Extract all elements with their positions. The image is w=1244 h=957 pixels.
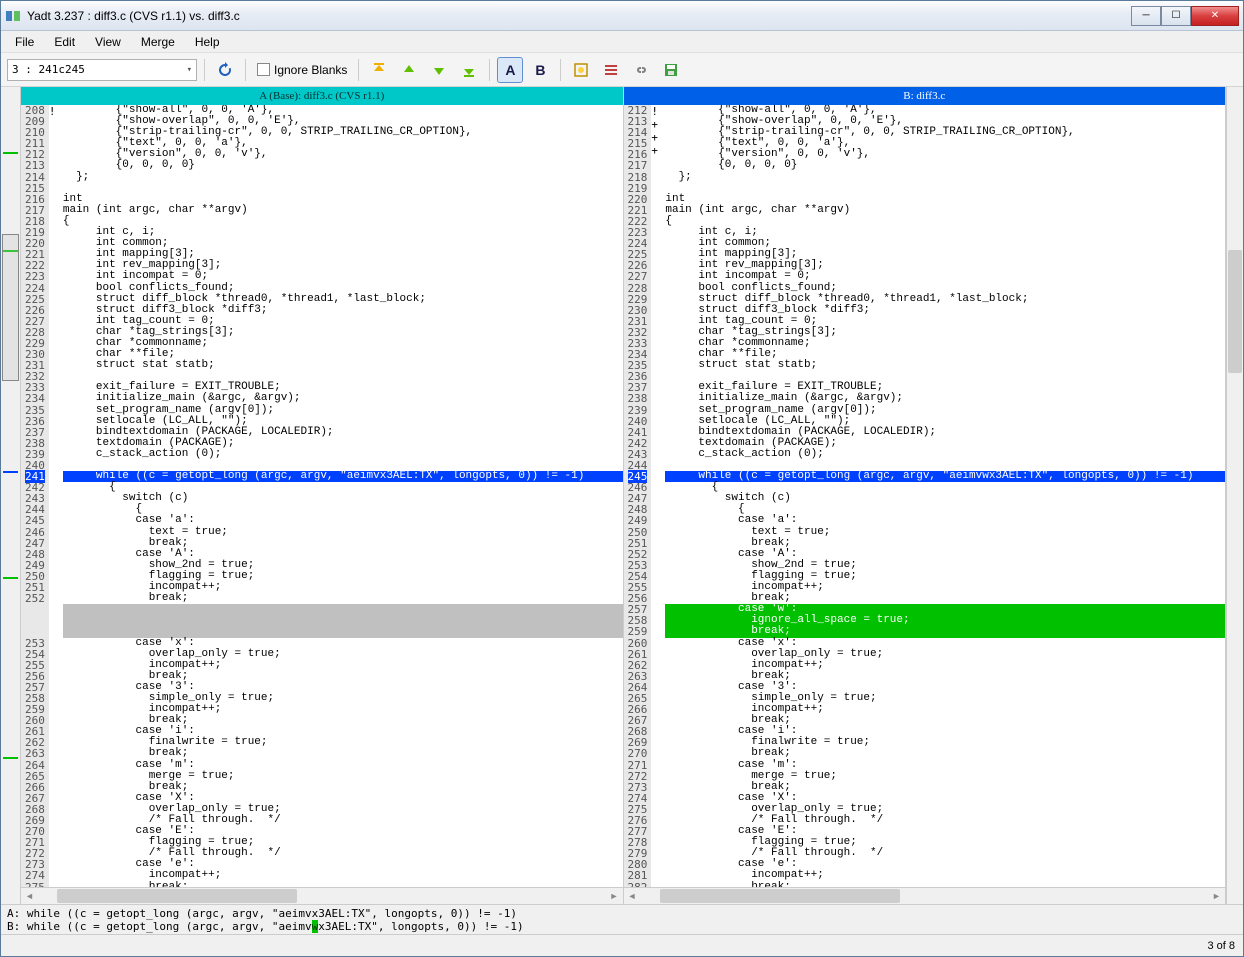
toolbar: 3 : 241c245 Ignore Blanks A B bbox=[1, 53, 1243, 87]
window-controls: ─ ☐ ✕ bbox=[1131, 6, 1239, 26]
maximize-button[interactable]: ☐ bbox=[1161, 6, 1191, 26]
first-diff-button[interactable] bbox=[366, 57, 392, 83]
menu-file[interactable]: File bbox=[7, 33, 42, 51]
status-position: 3 of 8 bbox=[1207, 940, 1235, 952]
main-area: A (Base): diff3.c (CVS r1.1) 208 209 210… bbox=[1, 87, 1243, 904]
minimap-left[interactable] bbox=[1, 87, 21, 904]
diff-selector-combo[interactable]: 3 : 241c245 bbox=[7, 59, 197, 81]
select-a-button[interactable]: A bbox=[497, 57, 523, 83]
pane-b-header: B: diff3.c bbox=[624, 87, 1226, 105]
pane-a-gutter: 208 209 210 211 212 213 214 215 216 217 … bbox=[21, 105, 49, 887]
diff-selector-value: 3 : 241c245 bbox=[12, 63, 85, 76]
menu-merge[interactable]: Merge bbox=[133, 33, 183, 51]
info-line-a: A: while ((c = getopt_long (argc, argv, … bbox=[7, 907, 1237, 920]
pane-b-markers: ! + + + bbox=[651, 105, 665, 887]
app-window: Yadt 3.237 : diff3.c (CVS r1.1) vs. diff… bbox=[0, 0, 1244, 957]
ignore-blanks-checkbox[interactable]: Ignore Blanks bbox=[253, 63, 351, 77]
menu-view[interactable]: View bbox=[87, 33, 129, 51]
info-line-b: B: while ((c = getopt_long (argc, argv, … bbox=[7, 920, 1237, 933]
menu-edit[interactable]: Edit bbox=[46, 33, 83, 51]
pane-a-markers: ! bbox=[49, 105, 63, 887]
titlebar: Yadt 3.237 : diff3.c (CVS r1.1) vs. diff… bbox=[1, 1, 1243, 31]
save-button[interactable] bbox=[658, 57, 684, 83]
window-title: Yadt 3.237 : diff3.c (CVS r1.1) vs. diff… bbox=[27, 9, 1131, 23]
vertical-scrollbar[interactable] bbox=[1226, 87, 1243, 904]
pane-a-hscroll[interactable]: ◄► bbox=[21, 887, 623, 904]
pane-b: B: diff3.c 212 213 214 215 216 217 218 2… bbox=[624, 87, 1227, 904]
close-button[interactable]: ✕ bbox=[1191, 6, 1239, 26]
current-diff-info: A: while ((c = getopt_long (argc, argv, … bbox=[1, 904, 1243, 934]
lines-button[interactable] bbox=[598, 57, 624, 83]
ignore-blanks-label: Ignore Blanks bbox=[274, 63, 347, 77]
select-b-button[interactable]: B bbox=[527, 57, 553, 83]
prev-diff-button[interactable] bbox=[396, 57, 422, 83]
pane-b-hscroll[interactable]: ◄► bbox=[624, 887, 1226, 904]
pane-b-gutter: 212 213 214 215 216 217 218 219 220 221 … bbox=[624, 105, 652, 887]
last-diff-button[interactable] bbox=[456, 57, 482, 83]
pane-a-header: A (Base): diff3.c (CVS r1.1) bbox=[21, 87, 623, 105]
menubar: File Edit View Merge Help bbox=[1, 31, 1243, 53]
pane-a: A (Base): diff3.c (CVS r1.1) 208 209 210… bbox=[21, 87, 624, 904]
statusbar: 3 of 8 bbox=[1, 934, 1243, 956]
link-button[interactable] bbox=[628, 57, 654, 83]
app-icon bbox=[5, 8, 21, 24]
highlight-button[interactable] bbox=[568, 57, 594, 83]
pane-a-code[interactable]: {"show-all", 0, 0, 'A'}, {"show-overlap"… bbox=[63, 105, 623, 887]
minimize-button[interactable]: ─ bbox=[1131, 6, 1161, 26]
next-diff-button[interactable] bbox=[426, 57, 452, 83]
pane-b-code[interactable]: {"show-all", 0, 0, 'A'}, {"show-overlap"… bbox=[665, 105, 1225, 887]
checkbox-icon bbox=[257, 63, 270, 76]
refresh-button[interactable] bbox=[212, 57, 238, 83]
menu-help[interactable]: Help bbox=[187, 33, 228, 51]
